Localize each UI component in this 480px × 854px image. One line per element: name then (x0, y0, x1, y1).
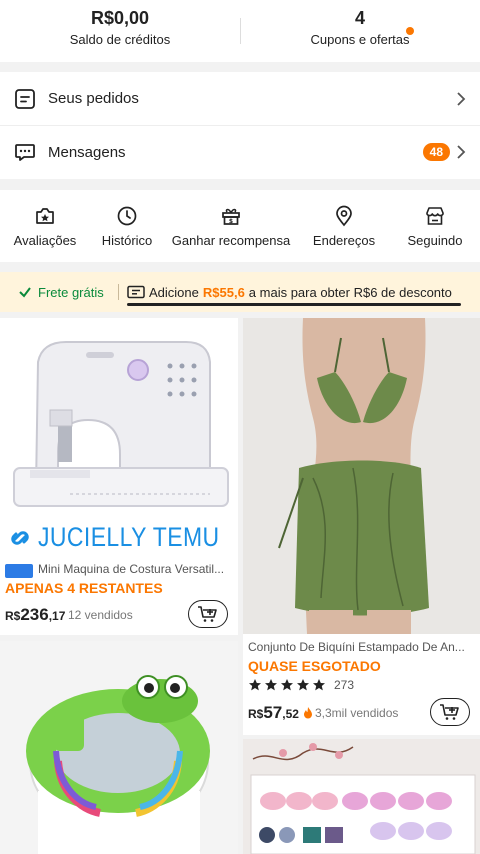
shortcut-label: Avaliações (13, 233, 77, 248)
credit-label: Saldo de créditos (69, 32, 171, 47)
watermark-text: JUCIELLY TEMU (38, 522, 220, 552)
product-image (243, 739, 480, 854)
sold-count: 12 vendidos (68, 608, 133, 622)
add-to-cart-button[interactable] (188, 600, 228, 628)
menu-item-orders[interactable]: Seus pedidos (0, 72, 480, 125)
account-menu: Seus pedidos Mensagens 48 (0, 72, 480, 179)
check-icon (19, 287, 31, 298)
star-camera-icon (36, 208, 54, 224)
coupon-icon (127, 285, 145, 299)
seasonal-tag-icon (5, 564, 33, 578)
shortcut-following[interactable]: Seguindo (390, 190, 480, 262)
clock-icon (117, 206, 137, 226)
account-stats: R$0,00 Saldo de créditos 4 Cupons e ofer… (0, 0, 480, 62)
price-currency: R$ (248, 707, 264, 721)
shortcut-label: Ganhar recompensa (171, 233, 291, 248)
coupons-label: Cupons e ofertas (310, 32, 410, 47)
orders-label: Seus pedidos (48, 90, 139, 107)
free-shipping-banner[interactable]: Frete grátis Adicione R$55,6 a mais para… (0, 272, 480, 312)
credit-balance[interactable]: R$0,00 Saldo de créditos (0, 0, 240, 62)
price-decimal: ,17 (48, 609, 66, 623)
stock-status: QUASE ESGOTADO (248, 658, 381, 674)
menu-item-messages[interactable]: Mensagens 48 (0, 125, 480, 178)
chevron-right-icon (457, 91, 466, 106)
account-page: R$0,00 Saldo de créditos 4 Cupons e ofer… (0, 0, 480, 854)
shortcut-label: Endereços (312, 233, 376, 248)
coupons-offers[interactable]: 4 Cupons e ofertas (240, 0, 480, 62)
rating-count: 273 (334, 678, 355, 692)
stars-icon (249, 679, 325, 691)
banner-divider (118, 284, 119, 300)
stats-divider (240, 18, 241, 44)
location-pin-icon (336, 205, 352, 227)
product-price: R$57,52 (248, 703, 299, 723)
product-image (0, 641, 238, 854)
product-card[interactable]: JUCIELLY TEMU Mini Maquina de Costura Ve… (0, 318, 238, 635)
product-price: R$236,17 (5, 605, 65, 625)
price-integer: 57 (263, 703, 283, 722)
gift-icon: $ (222, 208, 240, 225)
star-rating: 273 (248, 678, 354, 692)
product-card[interactable] (0, 641, 238, 854)
add-cart-icon (440, 704, 459, 720)
notification-dot (406, 27, 414, 35)
sold-count-text: 3,3mil vendidos (315, 706, 399, 720)
price-decimal: ,52 (282, 707, 299, 721)
add-to-cart-button[interactable] (430, 698, 470, 726)
coupons-value: 4 (354, 8, 365, 28)
chevron-right-icon (457, 145, 466, 159)
threshold-amount: R$55,6 (202, 284, 245, 300)
shortcut-label: Histórico (101, 233, 153, 248)
sold-count: 3,3mil vendidos (303, 706, 398, 720)
product-card[interactable]: Conjunto De Biquíni Estampado De An... Q… (243, 318, 480, 735)
credit-value: R$0,00 (90, 8, 150, 28)
threshold-prefix: Adicione (149, 284, 199, 300)
orders-icon (15, 88, 35, 109)
product-image (243, 318, 480, 634)
stock-status: APENAS 4 RESTANTES (5, 580, 163, 596)
messages-label: Mensagens (48, 143, 126, 161)
shortcut-rewards[interactable]: $ Ganhar recompensa (164, 190, 298, 262)
shortcut-addresses[interactable]: Endereços (298, 190, 390, 262)
shortcut-history[interactable]: Histórico (90, 190, 164, 262)
product-title: Conjunto De Biquíni Estampado De An... (248, 640, 465, 654)
free-shipping-label: Frete grátis (38, 284, 104, 300)
flame-icon (304, 707, 312, 719)
free-shipping-tag: Frete grátis (0, 285, 118, 300)
shortcut-label: Seguindo (407, 233, 463, 248)
shortcut-bar: Avaliações Histórico $ Ganhar recompensa (0, 190, 480, 262)
shortcut-reviews[interactable]: Avaliações (0, 190, 90, 262)
add-cart-icon (198, 606, 217, 622)
message-icon (15, 144, 35, 161)
product-card[interactable] (243, 739, 480, 854)
threshold-progress-bar (127, 302, 461, 306)
threshold-suffix: a mais para obter R$6 de desconto (248, 284, 452, 300)
price-integer: 236 (20, 605, 49, 624)
product-title: Mini Maquina de Costura Versatil... (38, 562, 225, 576)
price-currency: R$ (5, 609, 21, 623)
svg-text:$: $ (229, 218, 233, 225)
threshold-message: Adicione R$55,6 a mais para obter R$6 de… (127, 284, 461, 306)
messages-count-badge: 48 (422, 143, 450, 161)
store-icon (426, 207, 444, 225)
